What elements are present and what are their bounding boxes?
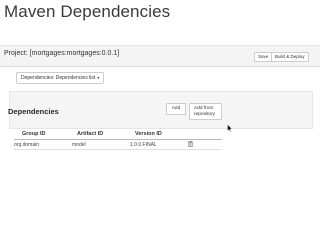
add-from-repository-line2: repository (194, 112, 216, 117)
view-dropdown-label: Dependencies: Dependencies list (21, 75, 96, 81)
column-header-version-id[interactable]: Version ID (135, 131, 162, 137)
dependencies-heading: Dependencies (8, 107, 59, 116)
mouse-pointer-icon (227, 124, 233, 132)
trash-icon[interactable] (188, 141, 193, 147)
app-window: Project: [mortgages:mortgages:0.0.1] Sav… (0, 45, 320, 165)
add-button[interactable]: Add (166, 103, 186, 115)
table-row: org.domain model 1.0.0.FINAL (14, 140, 222, 150)
add-from-repository-button[interactable]: Add from repository (189, 103, 222, 120)
project-header-bar: Project: [mortgages:mortgages:0.0.1] Sav… (0, 45, 320, 67)
cell-version-id: 1.0.0.FINAL (130, 142, 157, 148)
view-dropdown[interactable]: Dependencies: Dependencies list ▾ (16, 72, 105, 84)
slide-title: Maven Dependencies (4, 2, 171, 21)
column-header-artifact-id[interactable]: Artifact ID (77, 131, 103, 137)
table-header: Group ID Artifact ID Version ID (14, 130, 222, 140)
save-button[interactable]: Save (254, 52, 273, 62)
project-title: Project: [mortgages:mortgages:0.0.1] (4, 50, 120, 57)
cell-group-id: org.domain (14, 142, 40, 148)
column-header-group-id[interactable]: Group ID (22, 131, 46, 137)
cell-artifact-id: model (72, 142, 86, 148)
build-deploy-button[interactable]: Build & Deploy (271, 52, 309, 62)
chevron-down-icon: ▾ (97, 75, 100, 80)
